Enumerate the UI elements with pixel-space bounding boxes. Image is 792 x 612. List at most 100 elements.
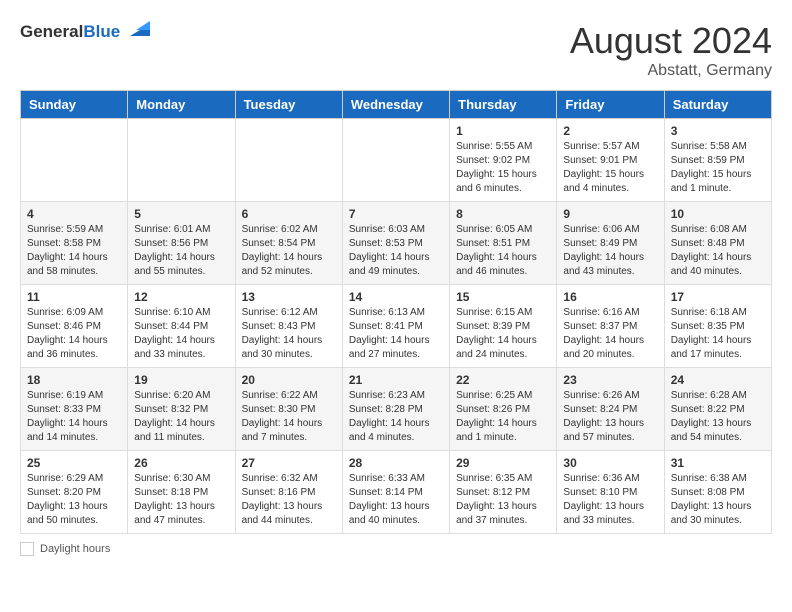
day-number: 27: [242, 456, 336, 470]
day-number: 28: [349, 456, 443, 470]
day-number: 18: [27, 373, 121, 387]
day-info: Sunrise: 6:33 AM Sunset: 8:14 PM Dayligh…: [349, 472, 443, 528]
day-number: 9: [563, 207, 657, 221]
calendar-day-header: Saturday: [664, 91, 771, 119]
day-number: 7: [349, 207, 443, 221]
day-info: Sunrise: 6:25 AM Sunset: 8:26 PM Dayligh…: [456, 389, 550, 445]
legend-box: [20, 542, 34, 556]
day-info: Sunrise: 6:02 AM Sunset: 8:54 PM Dayligh…: [242, 223, 336, 279]
day-info: Sunrise: 5:55 AM Sunset: 9:02 PM Dayligh…: [456, 140, 550, 196]
calendar-day-header: Monday: [128, 91, 235, 119]
day-number: 8: [456, 207, 550, 221]
calendar-cell: 4Sunrise: 5:59 AM Sunset: 8:58 PM Daylig…: [21, 202, 128, 285]
day-info: Sunrise: 6:06 AM Sunset: 8:49 PM Dayligh…: [563, 223, 657, 279]
day-number: 31: [671, 456, 765, 470]
calendar-cell: 6 Sunrise: 6:02 AM Sunset: 8:54 PM Daylig…: [235, 202, 342, 285]
calendar-week-row: 1 Sunrise: 5:55 AM Sunset: 9:02 PM Daylig…: [21, 119, 772, 202]
calendar-cell: 9 Sunrise: 6:06 AM Sunset: 8:49 PM Daylig…: [557, 202, 664, 285]
day-info: Sunrise: 6:23 AM Sunset: 8:28 PM Dayligh…: [349, 389, 443, 445]
calendar-cell: 11 Sunrise: 6:09 AM Sunset: 8:46 PM Dayli…: [21, 285, 128, 368]
day-number: 1: [456, 124, 550, 138]
calendar-cell: 1 Sunrise: 5:55 AM Sunset: 9:02 PM Daylig…: [450, 119, 557, 202]
day-number: 6: [242, 207, 336, 221]
calendar-day-header: Tuesday: [235, 91, 342, 119]
day-number: 10: [671, 207, 765, 221]
calendar-cell: 14 Sunrise: 6:13 AM Sunset: 8:41 PM Dayli…: [342, 285, 449, 368]
day-number: 24: [671, 373, 765, 387]
day-info: Sunrise: 6:19 AM Sunset: 8:33 PM Dayligh…: [27, 389, 121, 445]
day-number: 2: [563, 124, 657, 138]
day-info: Sunrise: 6:09 AM Sunset: 8:46 PM Dayligh…: [27, 306, 121, 362]
calendar-day-header: Wednesday: [342, 91, 449, 119]
calendar-cell: 21 Sunrise: 6:23 AM Sunset: 8:28 PM Dayli…: [342, 368, 449, 451]
calendar-table: SundayMondayTuesdayWednesdayThursdayFrid…: [20, 90, 772, 534]
calendar-cell: 31 Sunrise: 6:38 AM Sunset: 8:08 PM Dayli…: [664, 451, 771, 534]
day-info: Sunrise: 6:30 AM Sunset: 8:18 PM Dayligh…: [134, 472, 228, 528]
day-number: 5: [134, 207, 228, 221]
calendar-day-header: Sunday: [21, 91, 128, 119]
location-title: Abstatt, Germany: [570, 62, 772, 80]
page-header: GeneralBlue August 2024 Abstatt, Germany: [20, 20, 772, 80]
calendar-cell: 15 Sunrise: 6:15 AM Sunset: 8:39 PM Dayli…: [450, 285, 557, 368]
calendar-cell: [128, 119, 235, 202]
day-number: 25: [27, 456, 121, 470]
calendar-cell: 19 Sunrise: 6:20 AM Sunset: 8:32 PM Dayli…: [128, 368, 235, 451]
calendar-cell: 10 Sunrise: 6:08 AM Sunset: 8:48 PM Dayli…: [664, 202, 771, 285]
calendar-cell: 12Sunrise: 6:10 AM Sunset: 8:44 PM Dayli…: [128, 285, 235, 368]
calendar-cell: 28 Sunrise: 6:33 AM Sunset: 8:14 PM Dayli…: [342, 451, 449, 534]
day-number: 15: [456, 290, 550, 304]
calendar-cell: 13Sunrise: 6:12 AM Sunset: 8:43 PM Dayli…: [235, 285, 342, 368]
day-number: 14: [349, 290, 443, 304]
day-info: Sunrise: 6:13 AM Sunset: 8:41 PM Dayligh…: [349, 306, 443, 362]
day-info: Sunrise: 6:12 AM Sunset: 8:43 PM Dayligh…: [242, 306, 336, 362]
legend: Daylight hours: [20, 542, 772, 556]
day-info: Sunrise: 6:36 AM Sunset: 8:10 PM Dayligh…: [563, 472, 657, 528]
legend-label: Daylight hours: [40, 543, 110, 555]
day-number: 30: [563, 456, 657, 470]
day-number: 26: [134, 456, 228, 470]
day-number: 17: [671, 290, 765, 304]
logo-icon: [122, 16, 150, 44]
calendar-cell: 22 Sunrise: 6:25 AM Sunset: 8:26 PM Dayli…: [450, 368, 557, 451]
day-number: 11: [27, 290, 121, 304]
day-info: Sunrise: 6:05 AM Sunset: 8:51 PM Dayligh…: [456, 223, 550, 279]
day-info: Sunrise: 6:20 AM Sunset: 8:32 PM Dayligh…: [134, 389, 228, 445]
day-number: 21: [349, 373, 443, 387]
calendar-cell: 7 Sunrise: 6:03 AM Sunset: 8:53 PM Daylig…: [342, 202, 449, 285]
calendar-cell: [235, 119, 342, 202]
day-info: Sunrise: 6:35 AM Sunset: 8:12 PM Dayligh…: [456, 472, 550, 528]
day-info: Sunrise: 6:03 AM Sunset: 8:53 PM Dayligh…: [349, 223, 443, 279]
day-info: Sunrise: 6:22 AM Sunset: 8:30 PM Dayligh…: [242, 389, 336, 445]
day-number: 16: [563, 290, 657, 304]
day-number: 22: [456, 373, 550, 387]
logo-general: GeneralBlue: [20, 23, 120, 42]
day-info: Sunrise: 6:08 AM Sunset: 8:48 PM Dayligh…: [671, 223, 765, 279]
day-number: 20: [242, 373, 336, 387]
calendar-cell: [21, 119, 128, 202]
day-info: Sunrise: 6:26 AM Sunset: 8:24 PM Dayligh…: [563, 389, 657, 445]
day-info: Sunrise: 6:28 AM Sunset: 8:22 PM Dayligh…: [671, 389, 765, 445]
day-number: 23: [563, 373, 657, 387]
calendar-cell: 30 Sunrise: 6:36 AM Sunset: 8:10 PM Dayli…: [557, 451, 664, 534]
day-number: 4: [27, 207, 121, 221]
calendar-cell: 8 Sunrise: 6:05 AM Sunset: 8:51 PM Daylig…: [450, 202, 557, 285]
day-number: 19: [134, 373, 228, 387]
calendar-cell: [342, 119, 449, 202]
calendar-cell: 23 Sunrise: 6:26 AM Sunset: 8:24 PM Dayli…: [557, 368, 664, 451]
title-block: August 2024 Abstatt, Germany: [570, 20, 772, 80]
month-title: August 2024: [570, 20, 772, 62]
day-number: 29: [456, 456, 550, 470]
calendar-cell: 18 Sunrise: 6:19 AM Sunset: 8:33 PM Dayli…: [21, 368, 128, 451]
calendar-week-row: 11 Sunrise: 6:09 AM Sunset: 8:46 PM Dayli…: [21, 285, 772, 368]
day-info: Sunrise: 6:38 AM Sunset: 8:08 PM Dayligh…: [671, 472, 765, 528]
calendar-week-row: 4Sunrise: 5:59 AM Sunset: 8:58 PM Daylig…: [21, 202, 772, 285]
calendar-day-header: Thursday: [450, 91, 557, 119]
calendar-cell: 25 Sunrise: 6:29 AM Sunset: 8:20 PM Dayli…: [21, 451, 128, 534]
calendar-cell: 20 Sunrise: 6:22 AM Sunset: 8:30 PM Dayli…: [235, 368, 342, 451]
day-info: Sunrise: 6:15 AM Sunset: 8:39 PM Dayligh…: [456, 306, 550, 362]
calendar-cell: 3Sunrise: 5:58 AM Sunset: 8:59 PM Daylig…: [664, 119, 771, 202]
day-info: Sunrise: 6:32 AM Sunset: 8:16 PM Dayligh…: [242, 472, 336, 528]
day-info: Sunrise: 6:29 AM Sunset: 8:20 PM Dayligh…: [27, 472, 121, 528]
calendar-cell: 27 Sunrise: 6:32 AM Sunset: 8:16 PM Dayli…: [235, 451, 342, 534]
calendar-cell: 16Sunrise: 6:16 AM Sunset: 8:37 PM Dayli…: [557, 285, 664, 368]
